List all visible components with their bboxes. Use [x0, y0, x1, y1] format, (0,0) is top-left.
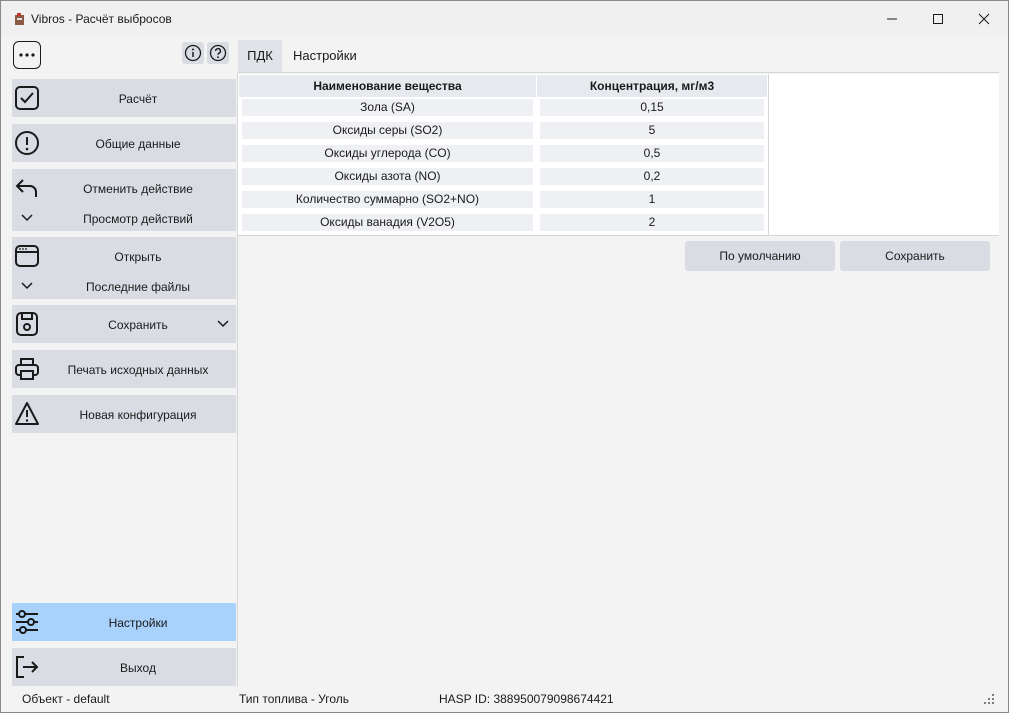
table-cell-name[interactable]: Оксиды углерода (CO): [242, 145, 533, 162]
reset-default-button[interactable]: По умолчанию: [685, 241, 835, 271]
save-icon: [14, 311, 40, 337]
sidebar-item-label: Расчёт: [118, 92, 158, 106]
close-button[interactable]: [961, 1, 1007, 37]
table-empty-area: [769, 74, 999, 236]
status-object: Объект - default: [22, 692, 110, 706]
column-header-name[interactable]: Наименование вещества: [239, 75, 536, 97]
recent-files-link[interactable]: Последние файлы: [40, 280, 236, 294]
menu-button[interactable]: [13, 41, 41, 69]
chevron-down-icon[interactable]: [20, 279, 34, 293]
app-logo-icon: [12, 12, 28, 28]
close-icon: [978, 13, 990, 25]
sliders-icon: [14, 609, 40, 635]
table-cell-concentration[interactable]: 5: [540, 122, 764, 139]
sidebar-toolbar: [10, 37, 238, 73]
table-cell-concentration[interactable]: 0,2: [540, 168, 764, 185]
status-hasp-id: HASP ID: 388950079098674421: [439, 692, 614, 706]
window-icon: [14, 243, 40, 269]
tab-pdk[interactable]: ПДК: [238, 40, 282, 72]
sidebar-item-label: Общие данные: [95, 137, 181, 151]
save-button[interactable]: Сохранить: [840, 241, 990, 271]
window-title: Vibros - Расчёт выбросов: [31, 12, 172, 26]
sidebar-item-label: Настройки: [108, 616, 168, 630]
sidebar: Расчёт Общие данные Отменить действие Пр…: [10, 37, 238, 687]
sidebar-item-general-data[interactable]: Общие данные: [12, 124, 236, 162]
table-cell-name[interactable]: Количество суммарно (SO2+NO): [242, 191, 533, 208]
sidebar-item-exit[interactable]: Выход: [12, 648, 236, 686]
minimize-icon: [887, 18, 897, 20]
status-fuel-type: Тип топлива - Уголь: [239, 692, 350, 706]
exclamation-circle-icon: [14, 130, 40, 156]
title-bar: Vibros - Расчёт выбросов: [1, 1, 1008, 37]
check-square-icon: [14, 85, 40, 111]
sidebar-item-label: Отменить действие: [83, 182, 193, 196]
table-cell-concentration[interactable]: 0,5: [540, 145, 764, 162]
sidebar-item-settings[interactable]: Настройки: [12, 603, 236, 641]
info-icon: [184, 44, 202, 62]
tab-content: Наименование вещества Концентрация, мг/м…: [238, 74, 999, 687]
column-header-concentration[interactable]: Концентрация, мг/м3: [537, 75, 767, 97]
maximize-icon: [933, 14, 943, 24]
sidebar-item-label: Печать исходных данных: [67, 363, 209, 377]
question-icon: [209, 44, 227, 62]
printer-icon: [14, 356, 40, 382]
status-bar: Объект - default Тип топлива - Уголь HAS…: [1, 687, 1008, 712]
tab-settings[interactable]: Настройки: [283, 40, 367, 72]
app-window: Vibros - Расчёт выбросов Расчёт Общие да…: [0, 0, 1009, 713]
sidebar-item-calculation[interactable]: Расчёт: [12, 79, 236, 117]
maximize-button[interactable]: [915, 1, 961, 37]
exit-icon: [14, 654, 40, 680]
table-cell-concentration[interactable]: 2: [540, 214, 764, 231]
table-cell-concentration[interactable]: 0,15: [540, 99, 764, 116]
sidebar-item-open[interactable]: Открыть Последние файлы: [12, 237, 236, 299]
sidebar-item-label: Сохранить: [108, 318, 168, 332]
ellipsis-icon: [19, 53, 35, 57]
table-cell-name[interactable]: Оксиды серы (SO2): [242, 122, 533, 139]
warning-triangle-icon: [14, 401, 40, 427]
info-button[interactable]: [182, 42, 204, 64]
table-cell-concentration[interactable]: 1: [540, 191, 764, 208]
chevron-down-icon[interactable]: [216, 317, 230, 334]
minimize-button[interactable]: [869, 1, 915, 37]
tab-bar: ПДК Настройки: [238, 37, 999, 73]
table-cell-name[interactable]: Зола (SA): [242, 99, 533, 116]
main-panel: ПДК Настройки Наименование вещества Конц…: [238, 37, 999, 687]
sidebar-item-new-config[interactable]: Новая конфигурация: [12, 395, 236, 433]
pdk-table: Наименование вещества Концентрация, мг/м…: [238, 74, 769, 236]
sidebar-item-undo[interactable]: Отменить действие Просмотр действий: [12, 169, 236, 231]
sidebar-item-label: Открыть: [114, 250, 162, 264]
table-cell-name[interactable]: Оксиды азота (NO): [242, 168, 533, 185]
undo-icon: [14, 175, 40, 201]
table-cell-name[interactable]: Оксиды ванадия (V2O5): [242, 214, 533, 231]
help-button[interactable]: [207, 42, 229, 64]
sidebar-item-label: Выход: [120, 661, 156, 675]
chevron-down-icon[interactable]: [20, 211, 34, 225]
view-actions-link[interactable]: Просмотр действий: [40, 212, 236, 226]
sidebar-item-print[interactable]: Печать исходных данных: [12, 350, 236, 388]
resize-grip-icon[interactable]: [983, 693, 995, 705]
sidebar-item-save[interactable]: Сохранить: [12, 305, 236, 343]
sidebar-item-label: Новая конфигурация: [79, 408, 197, 422]
